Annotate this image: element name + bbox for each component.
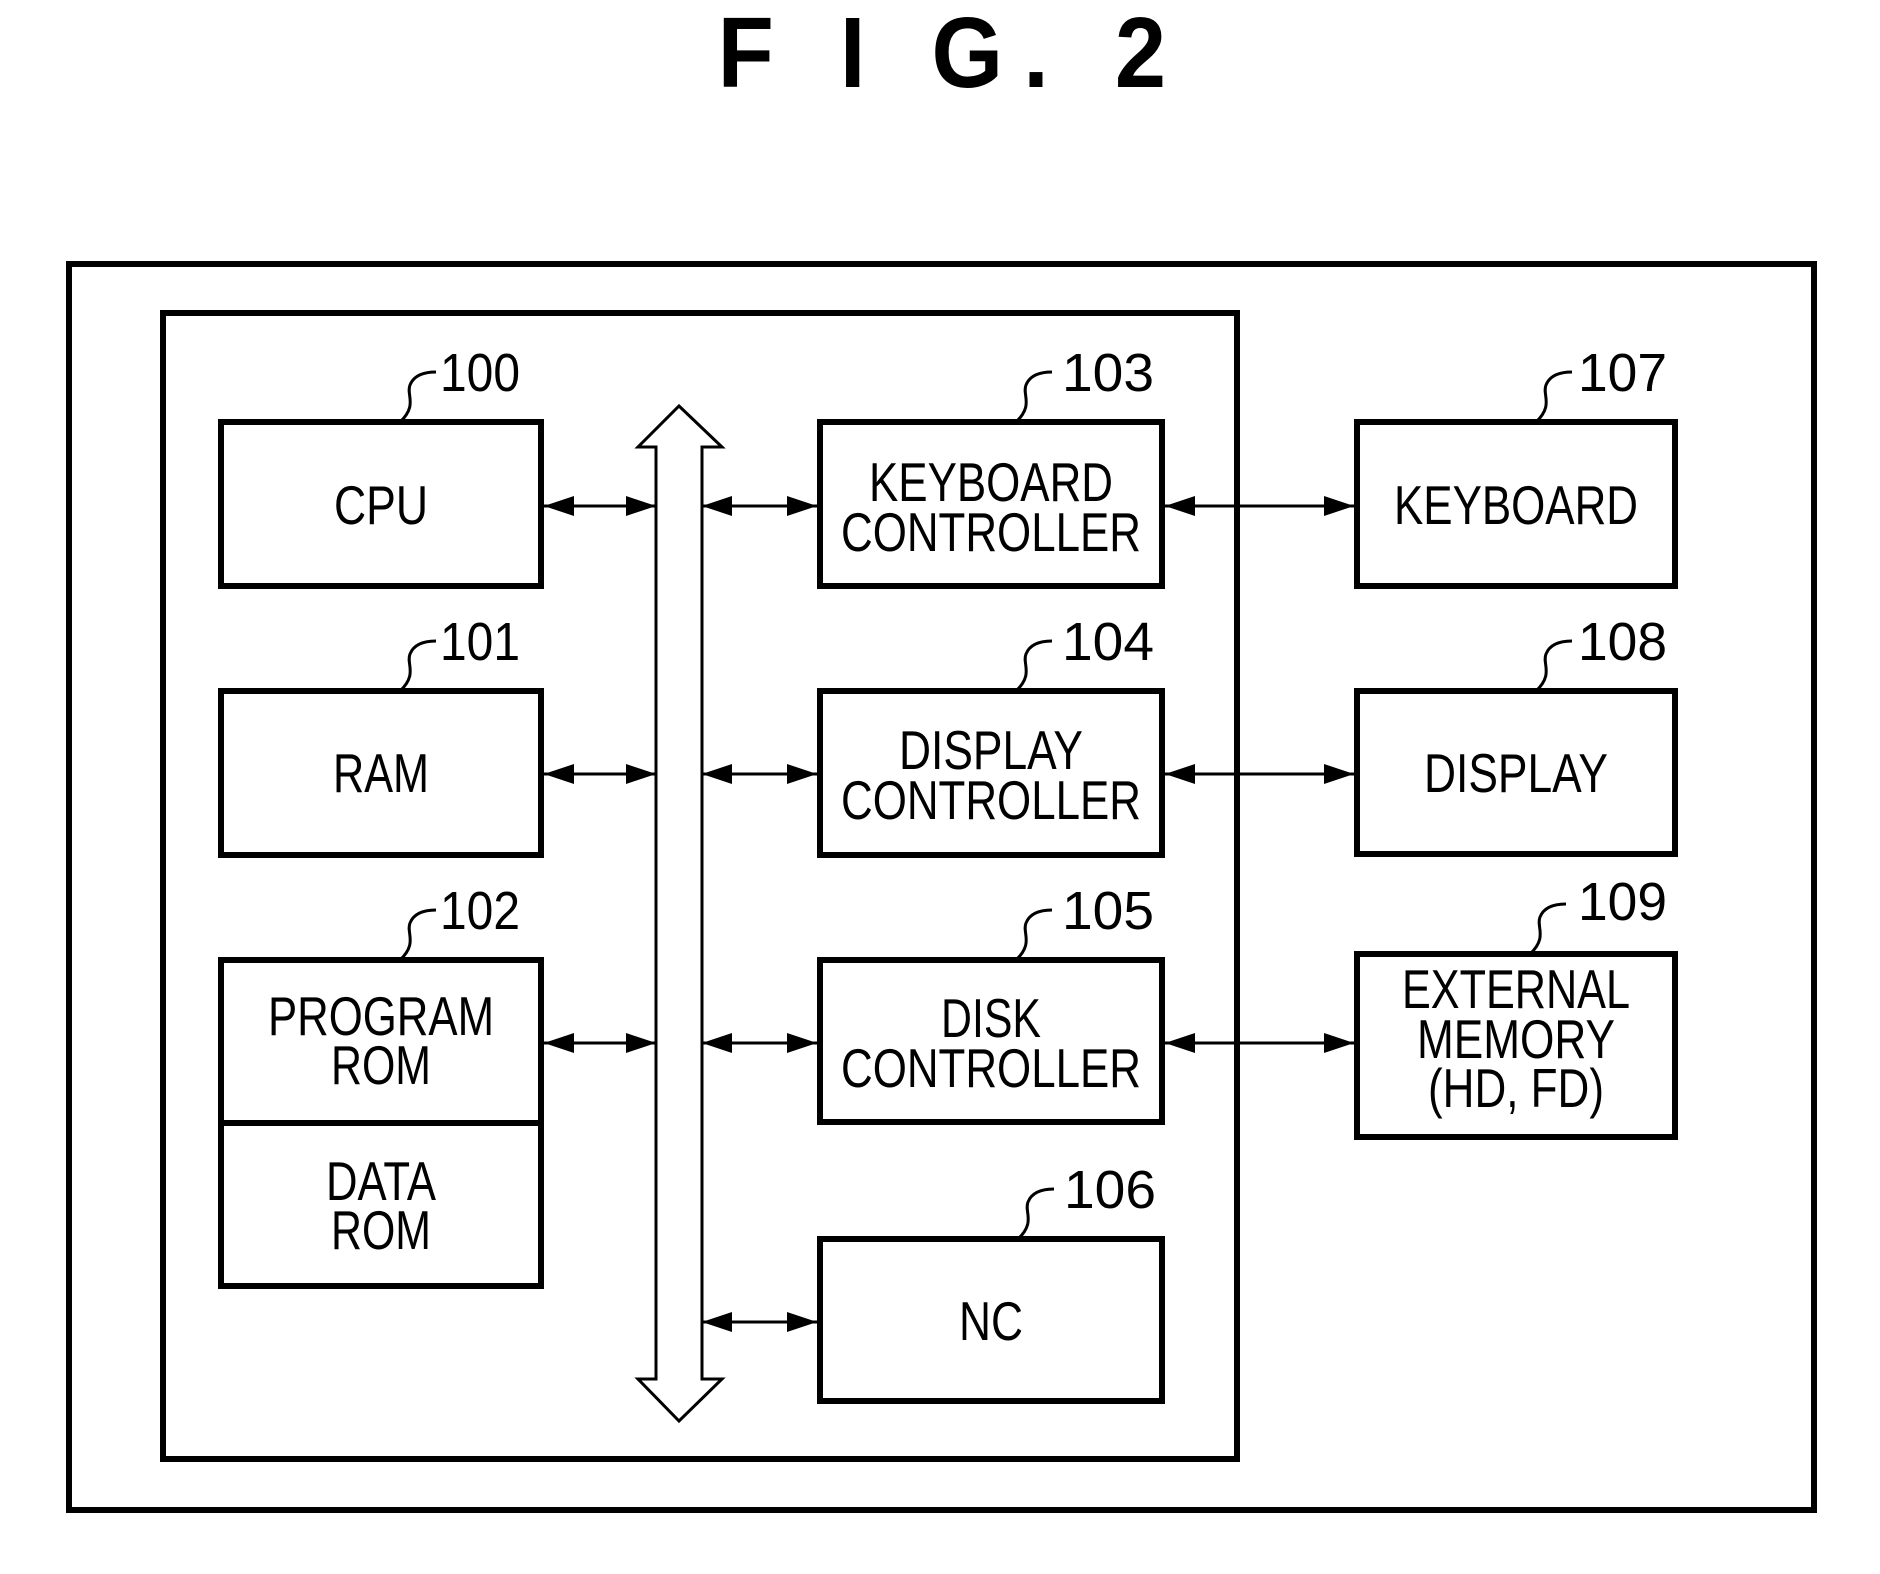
display-controller-block[interactable]: DISPLAY CONTROLLER <box>817 688 1165 858</box>
display-controller-leader <box>1014 639 1053 693</box>
display-block[interactable]: DISPLAY <box>1354 688 1678 857</box>
external-memory-leader <box>1528 902 1567 956</box>
figure-title: F I G. 2 <box>718 0 1187 109</box>
keyboard-label: KEYBOARD <box>1394 474 1638 536</box>
keyboard-block[interactable]: KEYBOARD <box>1354 419 1678 589</box>
nc-ref: 106 <box>1064 1160 1156 1220</box>
cpu-ref: 100 <box>440 343 520 403</box>
ram-ref: 101 <box>440 612 520 672</box>
rom-ref: 102 <box>440 881 520 941</box>
block-diagram: F I G. 2 CPU 100 RAM 101 PROGRAM ROM DAT… <box>66 0 1817 1513</box>
data-rom-label-line2: ROM <box>331 1199 431 1261</box>
rom-leader <box>398 908 437 962</box>
keyboard-controller-block[interactable]: KEYBOARD CONTROLLER <box>817 419 1165 589</box>
external-memory-block[interactable]: EXTERNAL MEMORY (HD, FD) <box>1354 951 1678 1140</box>
keyboard-leader <box>1534 370 1573 424</box>
external-memory-label-line3: (HD, FD) <box>1428 1057 1604 1119</box>
rom-block[interactable]: PROGRAM ROM DATA ROM <box>218 957 544 1289</box>
cpu-block[interactable]: CPU <box>218 419 544 589</box>
system-bus <box>634 403 726 1424</box>
display-label: DISPLAY <box>1424 742 1608 804</box>
display-leader <box>1534 639 1573 693</box>
keyboard-controller-leader <box>1014 370 1053 424</box>
ram-leader <box>398 639 437 693</box>
disk-controller-block[interactable]: DISK CONTROLLER <box>817 957 1165 1125</box>
cpu-leader <box>398 370 437 424</box>
nc-block[interactable]: NC <box>817 1236 1165 1404</box>
ram-block[interactable]: RAM <box>218 688 544 858</box>
nc-leader <box>1016 1187 1055 1241</box>
display-controller-label-line2: CONTROLLER <box>841 769 1141 831</box>
keyboard-ref: 107 <box>1578 343 1667 403</box>
disk-controller-ref: 105 <box>1062 881 1154 941</box>
program-rom-label-line2: ROM <box>331 1034 431 1096</box>
disk-controller-leader <box>1014 908 1053 962</box>
keyboard-controller-ref: 103 <box>1062 343 1154 403</box>
nc-label: NC <box>959 1290 1023 1352</box>
display-ref: 108 <box>1578 612 1667 672</box>
cpu-label: CPU <box>334 474 428 536</box>
disk-controller-label-line2: CONTROLLER <box>841 1037 1141 1099</box>
display-controller-ref: 104 <box>1062 612 1154 672</box>
keyboard-controller-label-line2: CONTROLLER <box>841 501 1141 563</box>
ram-label: RAM <box>333 742 429 804</box>
external-memory-ref: 109 <box>1578 872 1667 932</box>
